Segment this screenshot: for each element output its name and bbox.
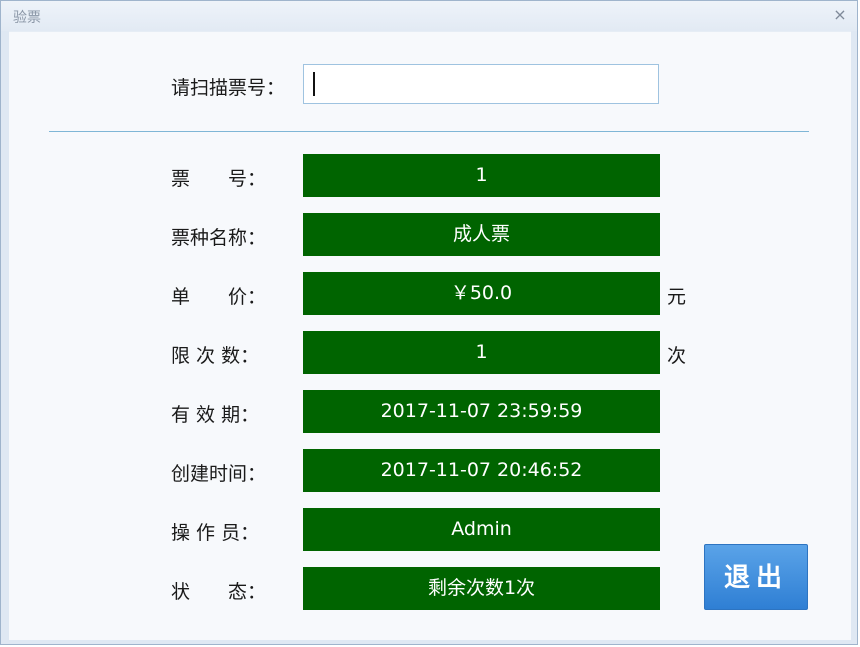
unit-price-unit: 元 bbox=[667, 286, 687, 308]
usage-limit-value: 1 bbox=[303, 331, 660, 374]
unit-price-value: ￥50.0 bbox=[303, 272, 660, 315]
title-bar: 验票 × bbox=[1, 1, 857, 31]
section-divider bbox=[49, 131, 809, 132]
created-time-label: 创建时间： bbox=[171, 463, 267, 485]
ticket-type-label: 票种名称： bbox=[171, 227, 267, 249]
status-value: 剩余次数1次 bbox=[303, 567, 660, 610]
valid-until-label: 有 效 期： bbox=[171, 404, 260, 426]
scan-label: 请扫描票号： bbox=[171, 77, 286, 99]
created-time-value: 2017-11-07 20:46:52 bbox=[303, 449, 660, 492]
close-icon[interactable]: × bbox=[831, 6, 849, 24]
ticket-number-label: 票 号： bbox=[171, 168, 267, 190]
valid-until-value: 2017-11-07 23:59:59 bbox=[303, 390, 660, 433]
ticket-type-value: 成人票 bbox=[303, 213, 660, 256]
usage-limit-unit: 次 bbox=[667, 345, 687, 367]
dialog-content: 请扫描票号： 票 号： 1 票种名称： 成人票 单 价： ￥50.0 元 限 次… bbox=[9, 31, 851, 640]
unit-price-label: 单 价： bbox=[171, 286, 267, 308]
ticket-number-value: 1 bbox=[303, 154, 660, 197]
window-title: 验票 bbox=[13, 10, 41, 26]
ticket-check-dialog: 验票 × 请扫描票号： 票 号： 1 票种名称： 成人票 单 价： ￥50.0 … bbox=[0, 0, 858, 645]
usage-limit-label: 限 次 数： bbox=[171, 345, 260, 367]
ticket-scan-input[interactable] bbox=[303, 64, 659, 104]
text-caret bbox=[313, 72, 315, 96]
status-label: 状 态： bbox=[171, 581, 267, 603]
exit-button[interactable]: 退出 bbox=[704, 544, 808, 610]
operator-label: 操 作 员： bbox=[171, 522, 260, 544]
operator-value: Admin bbox=[303, 508, 660, 551]
